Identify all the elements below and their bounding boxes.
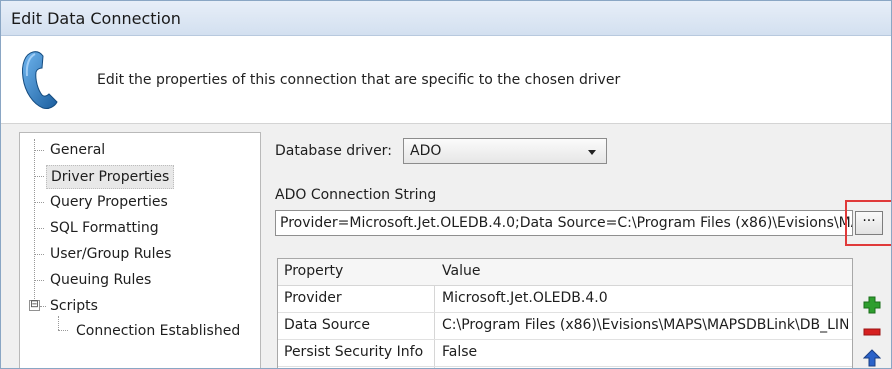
tree-connector [34,176,44,177]
edit-data-connection-window: Edit Data Connection Edit the properties… [0,0,892,369]
tree-item-user-group-rules[interactable]: User/Group Rules [46,243,175,265]
tree-item-connection-established[interactable]: Connection Established [72,320,244,342]
tree-item-driver-properties[interactable]: Driver Properties [46,165,175,189]
tree-item-label: General [50,142,106,158]
minus-icon[interactable] [863,323,881,341]
tree-item-label: Scripts [50,298,98,314]
connection-string-label: ADO Connection String [275,187,437,203]
property-name: Persist Security Info [284,344,424,360]
tree-item-sql-formatting[interactable]: SQL Formatting [46,217,163,239]
tree-item-query-properties[interactable]: Query Properties [46,191,172,213]
connection-string-input[interactable]: Provider=Microsoft.Jet.OLEDB.4.0;Data So… [275,210,853,236]
chevron-down-icon [588,150,596,155]
database-driver-select[interactable]: ADO [403,138,607,164]
tree-item-queuing-rules[interactable]: Queuing Rules [46,269,155,291]
tree-item-label: SQL Formatting [50,220,159,236]
collapse-icon[interactable]: ⊟ [29,300,40,311]
tree-guide-line [34,139,35,299]
tree-item-label: Queuing Rules [50,272,152,288]
tree-connector [34,280,44,281]
settings-tree: General Driver Properties Query Properti… [19,132,261,368]
tree-connector [58,330,68,331]
tree-item-general[interactable]: General [46,139,109,161]
property-value[interactable]: C:\Program Files (x86)\Evisions\MAPS\MAP… [442,317,848,333]
tree-connector [34,254,44,255]
property-value[interactable]: False [442,344,848,360]
collapse-glyph: ⊟ [30,299,39,310]
tree-item-scripts[interactable]: Scripts [46,295,102,317]
grid-header-row: Property Value [278,259,852,286]
tree-item-label: User/Group Rules [50,246,172,262]
tree-connector [34,228,44,229]
tree-guide-line-child [58,316,59,330]
table-row[interactable]: Persist Security Info False [278,340,852,367]
table-row[interactable]: Data Source C:\Program Files (x86)\Evisi… [278,313,852,340]
properties-grid: Property Value Provider Microsoft.Jet.OL… [277,258,853,368]
tree-item-label: Query Properties [50,194,168,210]
content-area: General Driver Properties Query Properti… [1,124,891,368]
arrow-up-icon[interactable] [862,349,882,367]
telephone-icon [11,48,75,112]
database-driver-value: ADO [410,143,442,159]
column-header-value[interactable]: Value [442,263,480,279]
browse-connection-button[interactable]: ··· [855,211,883,235]
property-value[interactable]: Microsoft.Jet.OLEDB.4.0 [442,290,848,306]
connection-string-value: Provider=Microsoft.Jet.OLEDB.4.0;Data So… [280,215,853,231]
tree-item-label: Connection Established [76,323,241,339]
database-driver-label: Database driver: [275,143,392,159]
tree-connector [34,202,44,203]
title-bar: Edit Data Connection [1,1,891,36]
table-row[interactable]: Provider Microsoft.Jet.OLEDB.4.0 [278,286,852,313]
header-panel: Edit the properties of this connection t… [1,36,891,124]
tree-item-label: Driver Properties [51,169,170,185]
driver-properties-panel: Database driver: ADO ADO Connection Stri… [275,124,891,368]
tree-connector [34,150,44,151]
window-title: Edit Data Connection [11,8,181,28]
header-description: Edit the properties of this connection t… [97,71,621,88]
property-name: Provider [284,290,342,306]
property-name: Data Source [284,317,370,333]
plus-icon[interactable] [863,296,881,314]
column-header-property[interactable]: Property [284,263,343,279]
